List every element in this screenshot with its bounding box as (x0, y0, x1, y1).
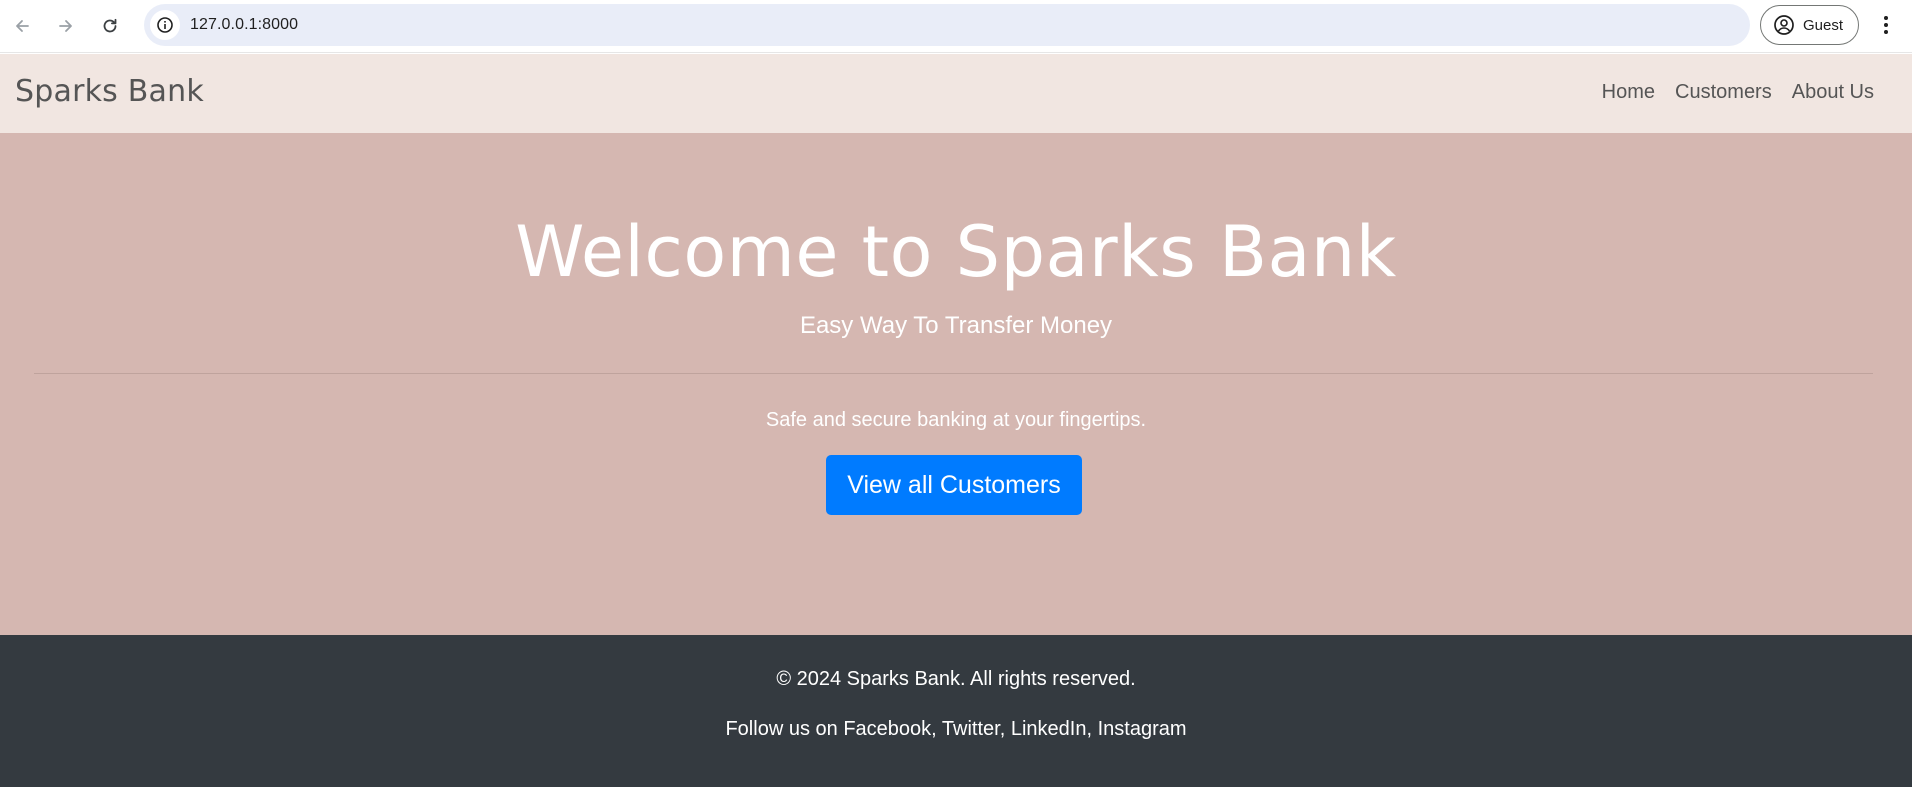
nav-link-about[interactable]: About Us (1782, 81, 1884, 104)
url-text[interactable]: 127.0.0.1:8000 (190, 16, 298, 34)
brand-link[interactable]: Sparks Bank (15, 74, 204, 109)
account-circle-icon (1774, 15, 1794, 35)
forward-button[interactable] (52, 12, 80, 40)
arrow-left-icon (16, 20, 29, 32)
nav-link-customers[interactable]: Customers (1665, 81, 1782, 104)
instagram-link[interactable]: Instagram (1098, 718, 1187, 740)
browser-menu-button[interactable] (1876, 10, 1896, 40)
reload-icon (103, 18, 117, 33)
twitter-link[interactable]: Twitter (942, 718, 1000, 740)
profile-label: Guest (1803, 16, 1844, 34)
social-links: Follow us on Facebook, Twitter, LinkedIn… (725, 718, 1187, 740)
more-vertical-icon (1884, 16, 1888, 34)
hero-subtitle: Easy Way To Transfer Money (799, 312, 1113, 339)
info-icon (157, 17, 173, 33)
copyright-text: © 2024 Sparks Bank. All rights reserved. (776, 668, 1136, 690)
hero-section: Welcome to Sparks Bank Easy Way To Trans… (0, 133, 1912, 635)
arrow-right-icon (59, 20, 72, 32)
nav-links: Home Customers About Us (1592, 81, 1884, 104)
facebook-link[interactable]: Facebook (843, 718, 931, 740)
site-info-button[interactable] (150, 10, 180, 40)
site-footer: © 2024 Sparks Bank. All rights reserved.… (0, 635, 1912, 787)
nav-link-home[interactable]: Home (1592, 81, 1665, 104)
hero-title: Welcome to Sparks Bank (515, 211, 1397, 293)
hero-divider (34, 373, 1873, 374)
back-button[interactable] (8, 12, 36, 40)
hero-lead-text: Safe and secure banking at your fingerti… (765, 409, 1147, 431)
browser-toolbar: 127.0.0.1:8000 Guest (0, 0, 1912, 53)
site-navbar: Sparks Bank Home Customers About Us (0, 54, 1912, 133)
reload-button[interactable] (96, 12, 124, 40)
linkedin-link[interactable]: LinkedIn (1011, 718, 1087, 740)
follow-prefix: Follow us on (725, 718, 838, 740)
profile-button[interactable]: Guest (1760, 5, 1859, 45)
view-customers-button[interactable]: View all Customers (826, 455, 1082, 515)
address-bar[interactable]: 127.0.0.1:8000 (144, 4, 1750, 46)
